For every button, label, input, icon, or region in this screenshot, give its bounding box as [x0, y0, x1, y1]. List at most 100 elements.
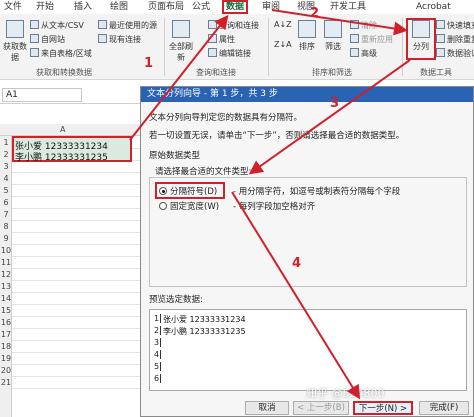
tab-acrobat[interactable]: Acrobat [416, 1, 451, 14]
row-header[interactable]: 10 [0, 246, 12, 255]
grid-line [12, 304, 146, 305]
link-icon [98, 34, 107, 43]
fixed-width-radio[interactable] [159, 202, 167, 210]
row-header[interactable]: 13 [0, 282, 12, 291]
row-header[interactable]: 11 [0, 258, 12, 267]
text-to-columns-wizard-dialog: 文本分列向导 - 第 1 步，共 3 步 文本分列向导判定您的数据具有分隔符。 … [140, 86, 474, 417]
dialog-intro-line1: 文本分列向导判定您的数据具有分隔符。 [149, 113, 303, 123]
row-header[interactable]: 17 [0, 330, 12, 339]
name-box[interactable]: A1 [2, 88, 82, 102]
tab-formulas[interactable]: 公式 [192, 1, 210, 14]
ribbon-divider [164, 18, 165, 76]
grid-line [12, 316, 146, 317]
queries-connections-button[interactable]: 查询和连接 [208, 20, 259, 31]
grid-line [12, 328, 146, 329]
row-header[interactable]: 21 [0, 378, 12, 387]
grid-line [12, 340, 146, 341]
grid-line [12, 364, 146, 365]
globe-icon [30, 34, 39, 43]
choose-file-type-label: 请选择最合适的文件类型: [155, 167, 252, 177]
sort-az-button[interactable]: A↓Z [274, 20, 292, 29]
row-header[interactable]: 14 [0, 294, 12, 303]
ribbon-divider [402, 18, 403, 76]
row-header[interactable]: 15 [0, 306, 12, 315]
row-header[interactable]: 20 [0, 366, 12, 375]
from-table-button[interactable]: 来自表格/区域 [30, 48, 92, 59]
properties-button[interactable]: 属性 [208, 34, 235, 45]
row-header[interactable]: 19 [0, 354, 12, 363]
row-header[interactable]: 16 [0, 318, 12, 327]
get-data-button[interactable]: 获取数 据 [2, 20, 28, 63]
data-validation-button[interactable]: 数据验证 [436, 48, 474, 59]
tab-review[interactable]: 审阅 [262, 1, 280, 14]
row-header[interactable]: 7 [0, 210, 12, 219]
sort-button[interactable]: 排序 [296, 20, 318, 52]
tab-home[interactable]: 开始 [36, 1, 54, 14]
clock-icon [98, 20, 107, 29]
row-header[interactable]: 3 [0, 162, 12, 171]
preview-box[interactable]: 1 张小爱 12333331234 2 李小鹏 12333331235 3 4 5 6 [149, 309, 467, 391]
refresh-all-button[interactable]: 全部刷新 [168, 20, 194, 63]
row-header[interactable]: 1 [0, 138, 12, 147]
preview-row-number: 3 [154, 338, 161, 347]
row-header[interactable]: 18 [0, 342, 12, 351]
row-header-column: 1 2 3 4 5 6 7 8 9 10 11 12 13 14 15 16 17 18 19 20 21 [0, 136, 12, 417]
annotation-number-4: 4 [292, 256, 302, 271]
preview-row-number: 6 [154, 374, 161, 383]
tab-draw[interactable]: 绘图 [110, 1, 128, 14]
advanced-button[interactable]: 高级 [350, 48, 377, 59]
row-header[interactable]: 2 [0, 150, 12, 159]
preview-row-text: 张小爱 12333331234 [163, 315, 246, 324]
clear-button[interactable]: 清除 [350, 20, 377, 31]
text-file-icon [30, 20, 39, 29]
cell-a2[interactable]: 李小鹏 12333331235 [15, 150, 108, 163]
grid-line [12, 244, 146, 245]
recent-sources-button[interactable]: 最近使用的源 [98, 20, 157, 31]
next-button[interactable]: 下一步(N) > [353, 401, 413, 415]
from-web-button[interactable]: 自网站 [30, 34, 65, 45]
flash-fill-icon [436, 20, 445, 29]
option-fixed-width[interactable]: 固定宽度(W) [159, 200, 219, 212]
watermark: 知乎 @524800 [306, 387, 385, 400]
row-header[interactable]: 6 [0, 198, 12, 207]
cancel-button[interactable]: 取消 [245, 401, 289, 415]
group-sort-filter: 排序和筛选 [312, 68, 352, 77]
grid-line [12, 280, 146, 281]
filter-button[interactable]: 筛选 [322, 20, 344, 52]
tab-page-layout[interactable]: 页面布局 [148, 1, 184, 14]
grid-line [12, 208, 146, 209]
row-header[interactable]: 5 [0, 186, 12, 195]
delimited-highlight [155, 182, 225, 199]
row-header[interactable]: 12 [0, 270, 12, 279]
from-text-csv-button[interactable]: 从文本/CSV [30, 20, 84, 31]
reapply-icon [350, 34, 359, 43]
tab-file[interactable]: 文件 [4, 1, 22, 14]
grid-line [12, 256, 146, 257]
row-header[interactable]: 4 [0, 174, 12, 183]
ribbon-tab-bar: 文件 开始 插入 绘图 页面布局 公式 数据 审阅 视图 开发工具 Acroba… [0, 0, 474, 14]
row-header[interactable]: 9 [0, 234, 12, 243]
remove-duplicates-button[interactable]: 删除重复 [436, 34, 474, 45]
edit-links-button[interactable]: 编辑链接 [208, 48, 251, 59]
validation-icon [436, 48, 445, 57]
preview-label: 预览选定数据: [149, 295, 203, 305]
back-button[interactable]: < 上一步(B) [293, 401, 349, 415]
tab-data[interactable]: 数据 [222, 0, 249, 14]
grid-line [12, 172, 146, 173]
flash-fill-button[interactable]: 快速填充 [436, 20, 474, 31]
sort-za-button[interactable]: Z↓A [274, 40, 292, 49]
dialog-title[interactable]: 文本分列向导 - 第 1 步，共 3 步 [141, 87, 473, 102]
finish-button[interactable]: 完成(F) [419, 401, 469, 415]
existing-connections-button[interactable]: 现有连接 [98, 34, 141, 45]
tab-insert[interactable]: 插入 [74, 1, 92, 14]
preview-row-number: 5 [154, 362, 161, 371]
tab-developer[interactable]: 开发工具 [330, 1, 366, 14]
database-icon [6, 20, 24, 38]
text-to-columns-highlight [406, 18, 436, 60]
column-header-a[interactable]: A [60, 125, 65, 134]
grid-line [12, 184, 146, 185]
ribbon-divider [268, 18, 269, 76]
annotation-number-2: 2 [310, 6, 320, 21]
reapply-button[interactable]: 重新应用 [350, 34, 393, 45]
row-header[interactable]: 8 [0, 222, 12, 231]
